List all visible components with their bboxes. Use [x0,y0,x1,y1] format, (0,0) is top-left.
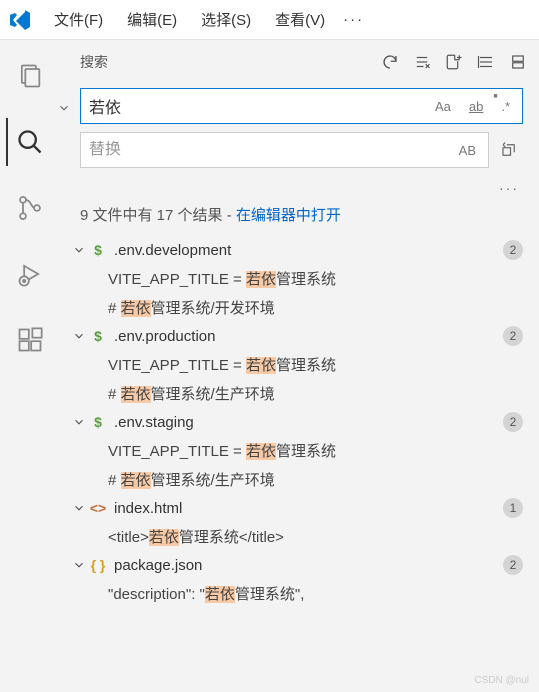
match-count-badge: 2 [503,555,523,575]
extensions-icon[interactable] [6,316,54,364]
menu-item[interactable]: 文件(F) [44,5,113,34]
file-type-icon: <> [88,498,108,518]
file-name: .env.development [114,242,503,259]
file-type-icon: $ [88,240,108,260]
menu-overflow[interactable]: ··· [335,7,372,32]
file-header[interactable]: { } package.json 2 [60,551,539,579]
file-group: { } package.json 2"description": "若依管理系统… [60,551,539,608]
match-line[interactable]: VITE_APP_TITLE = 若依管理系统 [60,350,539,379]
titlebar: 文件(F)编辑(E)选择(S)查看(V) ··· [0,0,539,40]
highlight: 若依 [246,357,276,374]
sidebar-title: 搜索 [80,52,108,72]
file-name: index.html [114,500,503,517]
file-header[interactable]: $ .env.production 2 [60,322,539,350]
highlight: 若依 [246,271,276,288]
match-case-toggle[interactable]: Aa [431,97,455,116]
file-name: .env.staging [114,414,503,431]
chevron-down-icon [70,413,88,431]
file-header[interactable]: <> index.html 1 [60,494,539,522]
highlight: 若依 [205,586,235,603]
file-group: <> index.html 1<title>若依管理系统</title> [60,494,539,551]
match-line[interactable]: # 若依管理系统/生产环境 [60,465,539,494]
highlight: 若依 [121,472,151,489]
watermark: CSDN @nul [474,675,529,686]
highlight: 若依 [149,529,179,546]
header-actions [381,53,527,71]
file-type-icon: $ [88,326,108,346]
refresh-icon[interactable] [381,53,399,71]
menubar: 文件(F)编辑(E)选择(S)查看(V) [44,5,335,34]
open-in-editor-link[interactable]: 在编辑器中打开 [236,207,341,224]
collapse-icon[interactable] [477,53,495,71]
file-name: .env.production [114,328,503,345]
chevron-down-icon [70,499,88,517]
file-group: $ .env.staging 2VITE_APP_TITLE = 若依管理系统#… [60,408,539,494]
match-line[interactable]: VITE_APP_TITLE = 若依管理系统 [60,436,539,465]
clear-icon[interactable] [413,53,431,71]
chevron-down-icon [70,327,88,345]
toggle-replace-icon[interactable] [60,92,74,124]
highlight: 若依 [121,300,151,317]
chevron-down-icon [70,241,88,259]
match-line[interactable]: # 若依管理系统/生产环境 [60,379,539,408]
sidebar-header: 搜索 [60,40,539,84]
new-search-icon[interactable] [445,53,463,71]
match-line[interactable]: <title>若依管理系统</title> [60,522,539,551]
activitybar [0,40,60,692]
toggle-search-details[interactable]: ··· [60,176,539,200]
expand-icon[interactable] [509,53,527,71]
explorer-icon[interactable] [6,52,54,100]
vscode-logo [8,8,32,32]
match-count-badge: 2 [503,412,523,432]
results-list: $ .env.development 2VITE_APP_TITLE = 若依管… [60,236,539,692]
search-area: Aa ab ■.* AB [60,84,539,176]
file-header[interactable]: $ .env.staging 2 [60,408,539,436]
match-count-badge: 1 [503,498,523,518]
match-line[interactable]: VITE_APP_TITLE = 若依管理系统 [60,264,539,293]
replace-all-icon[interactable] [495,132,523,168]
search-icon[interactable] [6,118,54,166]
match-count-badge: 2 [503,326,523,346]
menu-item[interactable]: 选择(S) [191,5,261,34]
debug-icon[interactable] [6,250,54,298]
replace-input[interactable] [89,141,455,159]
match-line[interactable]: "description": "若依管理系统", [60,579,539,608]
search-input[interactable] [89,97,431,115]
preserve-case-toggle[interactable]: AB [455,141,480,160]
menu-item[interactable]: 查看(V) [265,5,335,34]
match-word-toggle[interactable]: ab [465,97,487,116]
file-group: $ .env.development 2VITE_APP_TITLE = 若依管… [60,236,539,322]
match-line[interactable]: # 若依管理系统/开发环境 [60,293,539,322]
menu-item[interactable]: 编辑(E) [117,5,187,34]
search-sidebar: 搜索 Aa ab [60,40,539,692]
highlight: 若依 [121,386,151,403]
results-summary: 9 文件中有 17 个结果 - 在编辑器中打开 [60,200,539,236]
search-input-box[interactable]: Aa ab ■.* [80,88,523,124]
file-group: $ .env.production 2VITE_APP_TITLE = 若依管理… [60,322,539,408]
replace-input-box[interactable]: AB [80,132,489,168]
file-header[interactable]: $ .env.development 2 [60,236,539,264]
file-type-icon: { } [88,555,108,575]
file-type-icon: $ [88,412,108,432]
regex-toggle[interactable]: ■.* [497,97,514,116]
match-count-badge: 2 [503,240,523,260]
chevron-down-icon [70,556,88,574]
file-name: package.json [114,557,503,574]
highlight: 若依 [246,443,276,460]
source-control-icon[interactable] [6,184,54,232]
results-count-text: 9 文件中有 17 个结果 - [80,207,236,224]
